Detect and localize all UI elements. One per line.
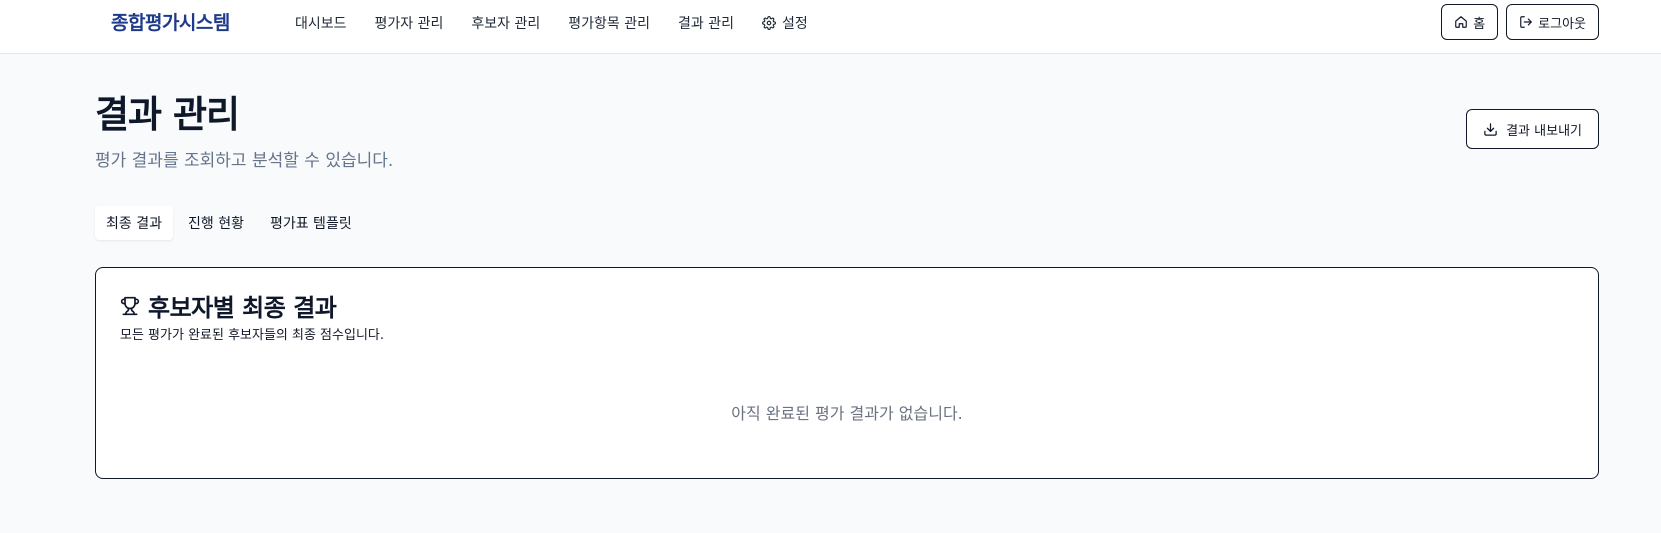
nav-item-results[interactable]: 결과 관리 — [678, 13, 734, 33]
trophy-icon — [120, 296, 140, 315]
download-icon — [1484, 122, 1497, 136]
brand-logo[interactable]: 종합평가시스템 — [111, 8, 230, 35]
nav-item-label: 평가항목 관리 — [568, 16, 650, 32]
tab-progress-status[interactable]: 진행 현황 — [177, 206, 255, 240]
tab-evaluation-template[interactable]: 평가표 템플릿 — [259, 206, 363, 240]
nav-item-settings[interactable]: 설정 — [762, 13, 808, 33]
home-button-label: 홈 — [1473, 16, 1486, 32]
results-tabs: 최종 결과 진행 현황 평가표 템플릿 — [95, 206, 363, 240]
tab-label: 최종 결과 — [106, 216, 162, 232]
page-subtitle: 평가 결과를 조회하고 분석할 수 있습니다. — [95, 151, 394, 171]
logout-icon — [1520, 16, 1532, 28]
home-icon — [1455, 16, 1468, 28]
nav-item-dashboard[interactable]: 대시보드 — [295, 13, 347, 33]
gear-icon — [762, 16, 776, 30]
nav-item-criteria[interactable]: 평가항목 관리 — [568, 13, 650, 33]
card-description: 모든 평가가 완료된 후보자들의 최종 점수입니다. — [120, 328, 384, 343]
main-nav: 대시보드 평가자 관리 후보자 관리 평가항목 관리 결과 관리 설정 — [295, 13, 836, 33]
tab-label: 진행 현황 — [187, 216, 244, 232]
empty-state-message: 아직 완료된 평가 결과가 없습니다. — [731, 404, 963, 423]
nav-item-label: 설정 — [781, 16, 808, 32]
tab-final-results[interactable]: 최종 결과 — [95, 206, 173, 240]
nav-item-label: 대시보드 — [295, 16, 347, 32]
home-button[interactable]: 홈 — [1441, 4, 1499, 40]
page-title: 결과 관리 — [95, 93, 240, 136]
nav-item-label: 후보자 관리 — [471, 16, 541, 32]
tab-label: 평가표 템플릿 — [269, 216, 352, 232]
top-navigation-bar: 종합평가시스템 대시보드 평가자 관리 후보자 관리 평가항목 관리 결과 관리… — [0, 0, 1661, 54]
card-title: 후보자별 최종 결과 — [120, 288, 337, 323]
final-results-card: 후보자별 최종 결과 모든 평가가 완료된 후보자들의 최종 점수입니다. 아직… — [95, 267, 1599, 479]
header-actions: 홈 로그아웃 — [1441, 4, 1599, 40]
export-results-button[interactable]: 결과 내보내기 — [1466, 109, 1599, 149]
logout-button-label: 로그아웃 — [1538, 16, 1586, 32]
card-title-text: 후보자별 최종 결과 — [148, 294, 337, 322]
nav-item-candidates[interactable]: 후보자 관리 — [471, 13, 540, 33]
nav-item-evaluators[interactable]: 평가자 관리 — [375, 13, 444, 33]
nav-item-label: 결과 관리 — [677, 16, 734, 32]
export-button-label: 결과 내보내기 — [1506, 123, 1582, 139]
logout-button[interactable]: 로그아웃 — [1506, 4, 1599, 40]
nav-item-label: 평가자 관리 — [374, 16, 444, 32]
